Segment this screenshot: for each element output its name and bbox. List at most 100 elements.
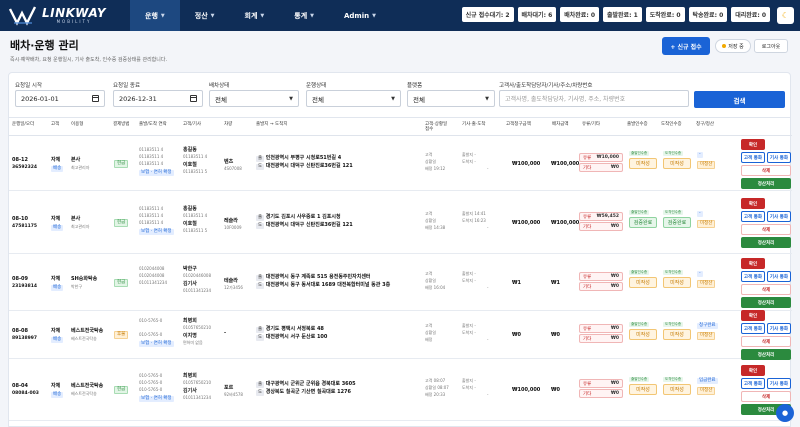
status-badge[interactable]: 배차대기: 6 bbox=[517, 7, 557, 22]
confirm-button[interactable]: 확인 bbox=[741, 139, 765, 150]
fuel-fee[interactable]: 유류 ₩0 bbox=[579, 272, 623, 281]
table-row[interactable]: 08-08 89138997 자체 배송 베스트전국탁송 베스트전국탁송 후불 … bbox=[9, 310, 792, 360]
arrive-receipt-status[interactable]: 미작성 bbox=[663, 158, 691, 169]
customer-call-button[interactable]: 고객 통화 bbox=[741, 378, 765, 389]
settle-button[interactable]: 정산처리 bbox=[741, 237, 791, 248]
etc-fee[interactable]: 기타 ₩0 bbox=[579, 282, 623, 291]
etc-fee[interactable]: 기타 ₩0 bbox=[579, 389, 623, 398]
delete-button[interactable]: 삭제 bbox=[741, 165, 791, 176]
settle-button[interactable]: 정산처리 bbox=[741, 178, 791, 189]
settle-status: 미정산 bbox=[697, 387, 716, 395]
payment-badge: 현금 bbox=[114, 160, 129, 168]
table-row[interactable]: 08-04 08084-003 자체 배송 베스트전국탁송 베스트전국탁송 현금… bbox=[9, 359, 792, 421]
driver-call-button[interactable]: 기사 통화 bbox=[767, 271, 791, 282]
col-header: 출발/도착 연락 bbox=[139, 122, 167, 127]
row-tel: 010-5765-0 bbox=[139, 387, 163, 392]
logout-button[interactable]: 로그아웃 bbox=[754, 39, 788, 53]
fuel-fee[interactable]: 유류 ₩0 bbox=[579, 379, 623, 388]
customer-call-button[interactable]: 고객 통화 bbox=[741, 152, 765, 163]
brand-sub: MOBILITY bbox=[56, 19, 92, 24]
chat-icon[interactable]: ● bbox=[776, 404, 794, 422]
delete-button[interactable]: 삭제 bbox=[741, 224, 791, 235]
nav-stats[interactable]: 통계 ▼ bbox=[279, 0, 329, 31]
platform-select[interactable]: 전체 ▼ bbox=[407, 90, 495, 107]
top-navbar: LINKWAY MOBILITY 운행 ▼ 정산 ▼ 회계 ▼ 통계 ▼ Admin ▼ … bbox=[0, 0, 800, 31]
arrive-receipt-status[interactable]: 미작성 bbox=[663, 277, 691, 288]
payment-badge: 현금 bbox=[114, 386, 129, 394]
depart-receipt-status[interactable]: 미작성 bbox=[629, 277, 657, 288]
delete-button[interactable]: 삭제 bbox=[741, 336, 791, 347]
status-badge[interactable]: 신규 접수대기: 2 bbox=[461, 7, 514, 22]
dispatch-table: 운행일/오더 고객 이용형 결제방법 출발/도착 연락 고객/기사 차량 출발지… bbox=[8, 117, 792, 427]
depart-receipt-status[interactable]: 미작성 bbox=[629, 384, 657, 395]
arrive-receipt-status[interactable]: 검증완료 bbox=[663, 217, 691, 228]
delete-button[interactable]: 삭제 bbox=[741, 391, 791, 402]
new-request-button[interactable]: + 신규 접수 bbox=[662, 37, 710, 55]
chevron-down-icon: ▼ bbox=[485, 95, 489, 102]
confirm-button[interactable]: 확인 bbox=[741, 258, 765, 269]
row-customer-phone: 01057650210 bbox=[183, 380, 211, 385]
row-order: 23193814 bbox=[12, 284, 38, 289]
customer-call-button[interactable]: 고객 통화 bbox=[741, 271, 765, 282]
table-row[interactable]: 08-12 36592324 자체 배송 본사 최고관리자 현금 0118351… bbox=[9, 137, 792, 191]
from-marker: 출 bbox=[256, 215, 265, 221]
status-badge[interactable]: 배차완료: 0 bbox=[560, 7, 599, 22]
driver-call-button[interactable]: 기사 통화 bbox=[767, 323, 791, 334]
table-row[interactable]: 08-10 47581175 자체 배송 본사 최고관리자 현금 0118351… bbox=[9, 191, 792, 254]
nav-settle[interactable]: 정산 ▼ bbox=[180, 0, 230, 31]
depart-receipt-status[interactable]: 미작성 bbox=[629, 158, 657, 169]
search-input[interactable]: 고객사명, 출도착담당자, 기사명, 주소, 차량번호 bbox=[499, 90, 689, 107]
moon-icon[interactable]: ☾ bbox=[777, 7, 794, 24]
table-row[interactable]: 08-09 23193814 자체 배송 SH승화탁송 박한구 현금 01020… bbox=[9, 254, 792, 311]
etc-fee[interactable]: 기타 ₩0 bbox=[579, 163, 623, 172]
confirm-button[interactable]: 확인 bbox=[741, 365, 765, 376]
fuel-fee[interactable]: 유류 ₩59,452 bbox=[579, 212, 623, 221]
nav-admin[interactable]: Admin ▼ bbox=[329, 0, 391, 31]
driver-call-button[interactable]: 기사 통화 bbox=[767, 211, 791, 222]
arrive-receipt-status[interactable]: 미작성 bbox=[663, 329, 691, 340]
customer-call-button[interactable]: 고객 통화 bbox=[741, 323, 765, 334]
delete-button[interactable]: 삭제 bbox=[741, 284, 791, 295]
driver-call-button[interactable]: 기사 통화 bbox=[767, 378, 791, 389]
customer-call-button[interactable]: 고객 통화 bbox=[741, 211, 765, 222]
dispatch-status-select[interactable]: 전체 ▼ bbox=[209, 90, 299, 107]
row-order: 36592324 bbox=[12, 165, 38, 170]
start-date-label: 요청일 시작 bbox=[15, 83, 43, 89]
settle-button[interactable]: 정산처리 bbox=[741, 297, 791, 308]
etc-fee[interactable]: 기타 ₩0 bbox=[579, 334, 623, 343]
from-marker: 출 bbox=[256, 275, 265, 281]
status-badge[interactable]: 탁송완료: 0 bbox=[688, 7, 728, 22]
col-header: 기사·출·도착 bbox=[462, 122, 486, 127]
arrive-receipt-label: 도착인수증 bbox=[663, 322, 684, 327]
col-header: 배차금액 bbox=[552, 122, 569, 127]
row-customer: 자체 bbox=[51, 383, 61, 389]
row-car: 레슬라 bbox=[224, 218, 238, 224]
etc-fee[interactable]: 기타 ₩0 bbox=[579, 222, 623, 231]
fuel-fee[interactable]: 유류 ₩0 bbox=[579, 324, 623, 333]
depart-receipt-status[interactable]: 미작성 bbox=[629, 329, 657, 340]
nav-accounting[interactable]: 회계 ▼ bbox=[230, 0, 280, 31]
end-date-input[interactable]: 2026-12-31 bbox=[113, 90, 203, 107]
status-badge[interactable]: 도착완료: 0 bbox=[645, 7, 685, 22]
chevron-down-icon: ▼ bbox=[260, 12, 265, 19]
status-badge[interactable]: 대리완료: 0 bbox=[731, 7, 770, 22]
confirm-button[interactable]: 확인 bbox=[741, 310, 765, 321]
calendar-icon bbox=[190, 95, 197, 102]
search-button[interactable]: 검색 bbox=[694, 91, 785, 108]
driver-call-button[interactable]: 기사 통화 bbox=[767, 152, 791, 163]
brand-logo[interactable]: LINKWAY MOBILITY bbox=[0, 5, 130, 27]
chevron-down-icon: ▼ bbox=[210, 12, 215, 19]
arrive-receipt-label: 도착인수증 bbox=[663, 377, 684, 382]
insurance-tag: 보험 · 면허 확정 bbox=[139, 341, 174, 347]
row-client: SH승화탁송 bbox=[71, 276, 98, 282]
run-status-select[interactable]: 전체 ▼ bbox=[306, 90, 401, 107]
confirm-button[interactable]: 확인 bbox=[741, 198, 765, 209]
depart-receipt-status[interactable]: 검증완료 bbox=[629, 217, 657, 228]
status-badge[interactable]: 출발완료: 1 bbox=[603, 7, 642, 22]
fuel-fee[interactable]: 유류 ₩10,000 bbox=[579, 153, 623, 162]
start-date-input[interactable]: 2026-01-01 bbox=[15, 90, 105, 107]
arrive-receipt-status[interactable]: 미작성 bbox=[663, 384, 691, 395]
saving-status-button[interactable]: 저장 중 bbox=[715, 39, 751, 53]
nav-run[interactable]: 운행 ▼ bbox=[130, 0, 180, 31]
dispatch-status-label: 배차상태 bbox=[209, 83, 230, 89]
